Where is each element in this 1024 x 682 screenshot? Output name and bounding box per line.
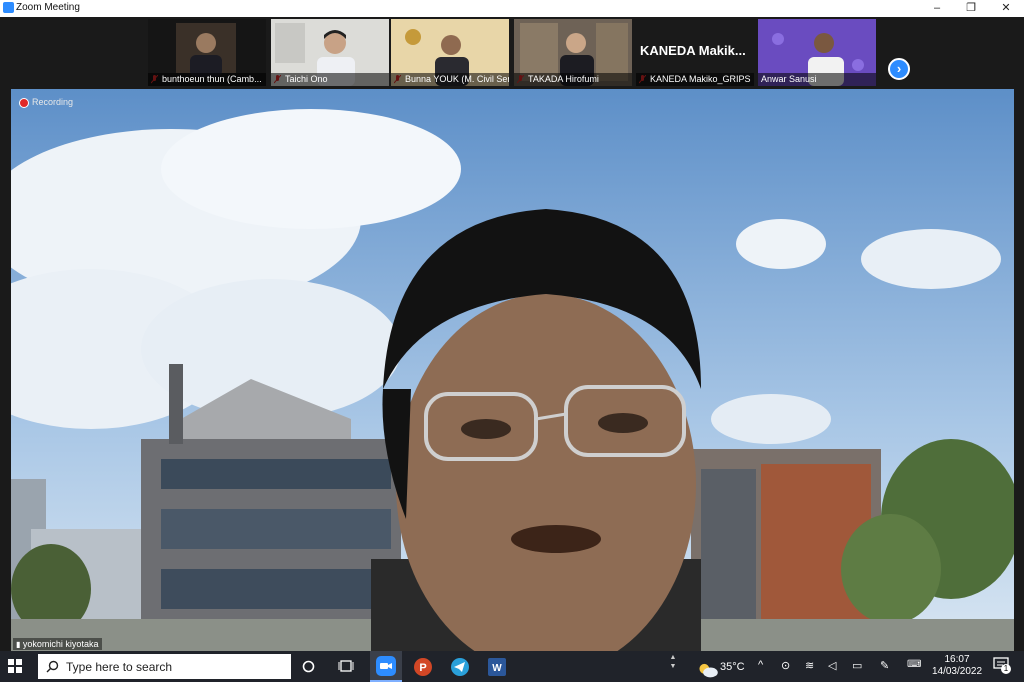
participant-tile[interactable]: Bunna YOUK (M. Civil Servi...: [391, 19, 509, 86]
participant-name: TAKADA Hirofumi: [514, 73, 632, 86]
task-view-icon[interactable]: [338, 659, 354, 673]
cortana-icon[interactable]: [302, 660, 315, 673]
svg-text:W: W: [492, 663, 502, 674]
participant-display-name: KANEDA Makik...: [640, 43, 746, 58]
svg-text:P: P: [419, 662, 426, 674]
clock-date: 14/03/2022: [931, 666, 983, 677]
taskbar-search-box[interactable]: Type here to search: [38, 654, 291, 679]
weather-temperature[interactable]: 35°C: [720, 661, 745, 673]
taskbar-scroll-arrows-icon[interactable]: ▲ ▼: [668, 653, 678, 680]
active-speaker-video: Recording ▮ yokomichi kiyotaka: [11, 89, 1014, 651]
recording-label: Recording: [32, 97, 74, 107]
search-placeholder: Type here to search: [66, 660, 173, 674]
participant-tile[interactable]: bunthoeun thun (Camb...: [148, 19, 266, 86]
recording-dot-icon: [19, 97, 29, 108]
volume-icon[interactable]: ◁: [828, 659, 836, 672]
restore-button[interactable]: ❐: [954, 0, 988, 17]
search-icon: [46, 660, 59, 673]
speaker-name-label: yokomichi kiyotaka: [22, 639, 99, 649]
show-hidden-icons-icon[interactable]: ^: [758, 659, 763, 671]
participant-name: KANEDA Makiko_GRIPS: [636, 73, 754, 86]
recording-indicator: Recording: [19, 97, 73, 108]
participant-tile[interactable]: TAKADA Hirofumi: [514, 19, 632, 86]
speaker-name: ▮ yokomichi kiyotaka: [13, 638, 103, 650]
input-method-icon[interactable]: ⌨: [907, 659, 921, 670]
meet-now-icon[interactable]: ⊙: [781, 659, 790, 672]
window-title: Zoom Meeting: [16, 2, 80, 13]
taskbar-zoom-app[interactable]: [370, 651, 402, 682]
participant-tile[interactable]: Anwar Sanusi: [758, 19, 876, 86]
close-button[interactable]: ✕: [989, 0, 1023, 17]
notification-count-badge: 1: [1001, 664, 1011, 674]
notification-center[interactable]: 1: [993, 657, 1011, 675]
pen-icon[interactable]: ✎: [880, 659, 889, 672]
participant-name: bunthoeun thun (Camb...: [148, 73, 266, 86]
telegram-icon[interactable]: [449, 656, 471, 678]
participant-name: Bunna YOUK (M. Civil Servi...: [391, 73, 509, 86]
wifi-icon[interactable]: ≋: [805, 659, 814, 672]
next-page-button[interactable]: ›: [888, 58, 910, 80]
participant-strip: bunthoeun thun (Camb... Taichi Ono Bunna…: [0, 17, 1024, 89]
window-titlebar: Zoom Meeting – ❐ ✕: [0, 0, 1024, 18]
windows-taskbar: Type here to search P W ▲ ▼ 35°C ^ ⊙ ≋ ◁ …: [0, 651, 1024, 682]
participant-name: Anwar Sanusi: [758, 73, 876, 86]
participant-tile[interactable]: Taichi Ono: [271, 19, 389, 86]
minimize-button[interactable]: –: [920, 0, 954, 17]
participant-name: Taichi Ono: [271, 73, 389, 86]
powerpoint-icon[interactable]: P: [412, 656, 434, 678]
participant-tile[interactable]: KANEDA Makik... KANEDA Makiko_GRIPS: [636, 19, 754, 86]
signal-bars-icon: ▮: [16, 640, 21, 649]
battery-icon[interactable]: ▭: [852, 659, 862, 672]
zoom-app-icon: [376, 656, 396, 676]
word-icon[interactable]: W: [486, 656, 508, 678]
speaker-video-feed: [11, 89, 1014, 651]
taskbar-clock[interactable]: 16:07 14/03/2022: [930, 654, 984, 678]
zoom-app-icon: [3, 2, 14, 13]
windows-start-icon[interactable]: [8, 659, 22, 673]
weather-icon[interactable]: [697, 659, 719, 681]
clock-time: 16:07: [944, 654, 970, 665]
